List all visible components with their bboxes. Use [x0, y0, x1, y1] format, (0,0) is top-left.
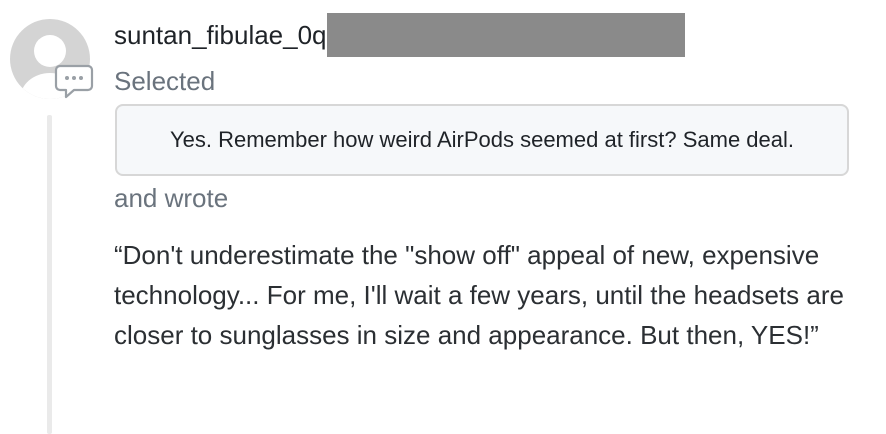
username[interactable]: suntan_fibulae_0q	[114, 20, 327, 51]
comment-header: suntan_fibulae_0q	[114, 13, 685, 57]
selected-text-box: Yes. Remember how weird AirPods seemed a…	[115, 104, 849, 176]
comment-quote: “Don't underestimate the "show off" appe…	[114, 240, 844, 350]
redacted-block	[326, 13, 685, 57]
thread-line	[47, 115, 52, 434]
comment-bubble-icon	[54, 63, 94, 101]
selected-label: Selected	[114, 66, 216, 96]
selected-text: Yes. Remember how weird AirPods seemed a…	[169, 127, 795, 152]
action-label: and wrote	[114, 183, 229, 213]
